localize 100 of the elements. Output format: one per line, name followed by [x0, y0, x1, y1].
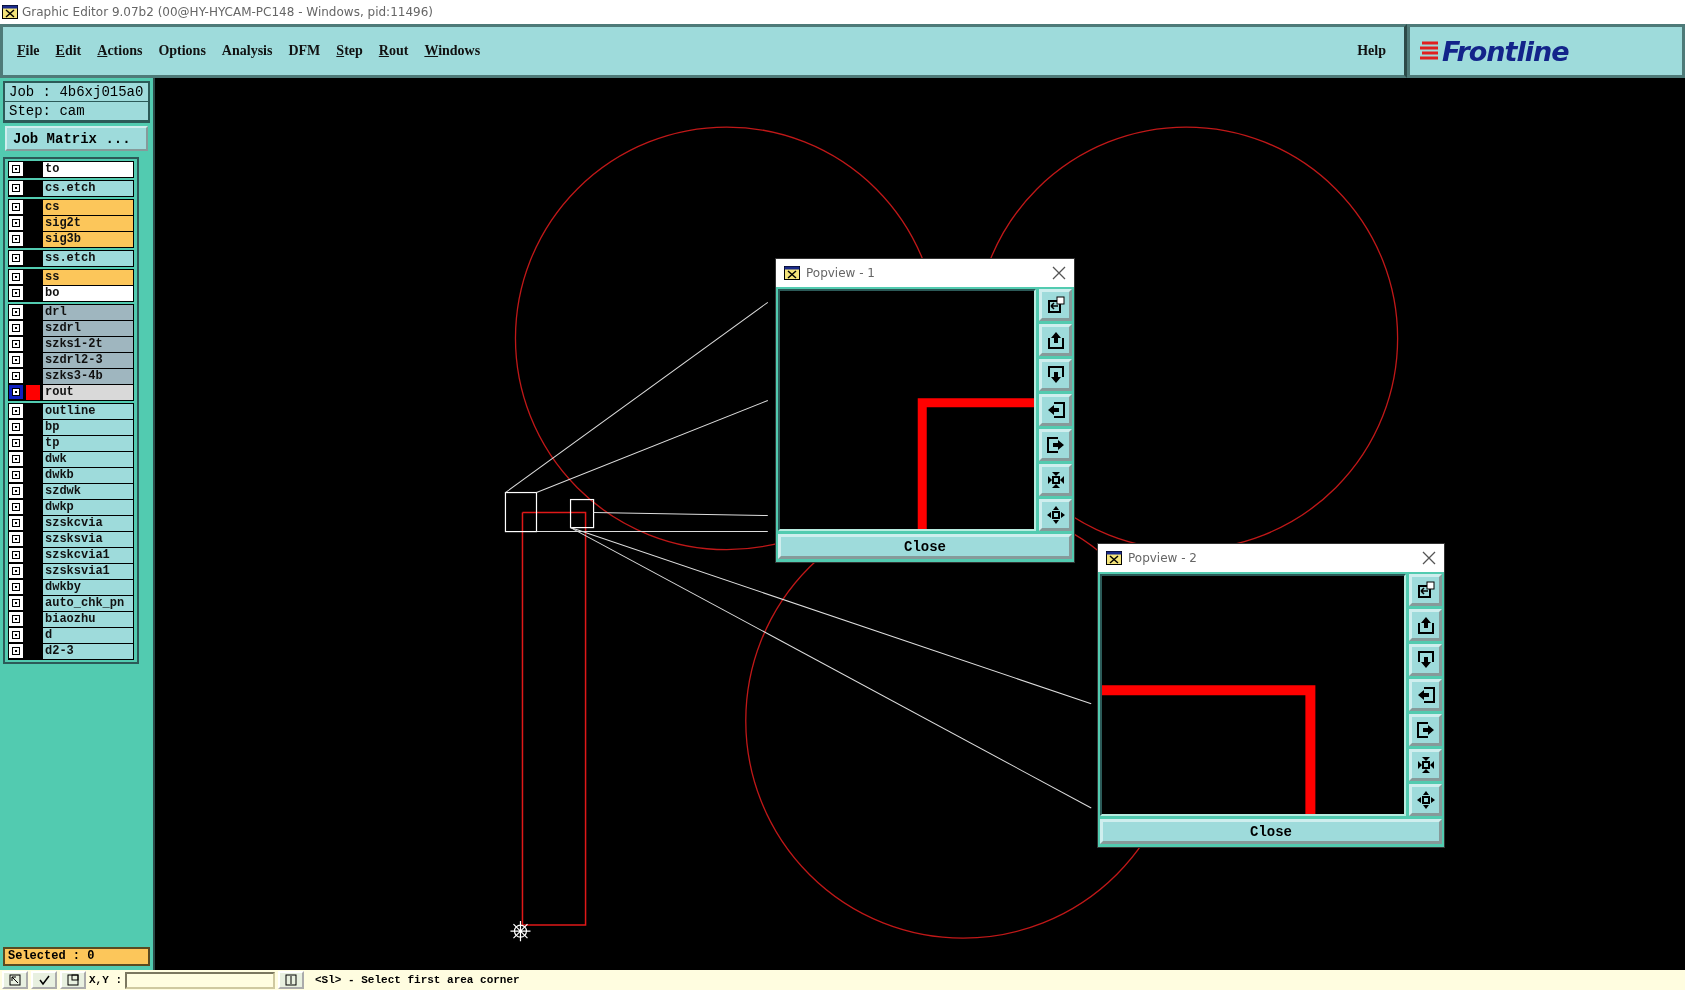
menu-item[interactable]: Actions [97, 43, 143, 59]
layer-name[interactable]: sig3b [43, 232, 133, 247]
layer-name[interactable]: biaozhu [43, 612, 133, 627]
layer-row[interactable]: auto_chk_pn [9, 596, 133, 611]
menu-item[interactable]: Rout [378, 43, 409, 59]
layer-row[interactable]: ss [9, 270, 133, 285]
layer-name[interactable]: ss.etch [43, 251, 133, 266]
layer-row[interactable]: szdwk [9, 484, 133, 499]
view-tool-button[interactable] [1409, 574, 1442, 606]
layer-row[interactable]: d2-3 [9, 644, 133, 659]
layer-name[interactable]: szskcvia1 [43, 548, 133, 563]
layer-row[interactable]: outline [9, 404, 133, 419]
layer-row[interactable]: d [9, 628, 133, 643]
layer-row[interactable]: bp [9, 420, 133, 435]
close-icon[interactable] [1052, 266, 1066, 280]
layer-name[interactable]: szdwk [43, 484, 133, 499]
layer-row[interactable]: szskcvia1 [9, 548, 133, 563]
layer-name[interactable]: bp [43, 420, 133, 435]
layer-name[interactable]: szsksvia1 [43, 564, 133, 579]
arrow-down-icon [1045, 365, 1066, 385]
layer-row[interactable]: dwkby [9, 580, 133, 595]
menu-item[interactable]: File [17, 43, 40, 59]
view-tool-button[interactable] [1409, 679, 1442, 711]
menu-item[interactable]: Analysis [221, 43, 273, 59]
layer-row[interactable]: ss.etch [9, 251, 133, 266]
status-button[interactable] [31, 971, 57, 989]
menu-item[interactable]: Edit [55, 43, 82, 59]
layer-name[interactable]: bo [43, 286, 133, 301]
layer-name[interactable]: szks1-2t [43, 337, 133, 352]
crosshair-icon [509, 920, 532, 942]
layer-name[interactable]: dwkby [43, 580, 133, 595]
layer-row[interactable]: sig3b [9, 232, 133, 247]
view-tool-button[interactable] [1409, 644, 1442, 676]
close-button[interactable]: Close [778, 534, 1072, 559]
layer-name[interactable]: rout [43, 385, 133, 400]
layer-row[interactable]: szdrl [9, 321, 133, 336]
layer-row[interactable]: drl [9, 305, 133, 320]
view-tool-button[interactable] [1039, 394, 1072, 426]
status-button[interactable] [2, 971, 28, 989]
layer-name[interactable]: szdrl [43, 321, 133, 336]
layer-name[interactable]: szdrl2-3 [43, 353, 133, 368]
job-matrix-button[interactable]: Job Matrix ... [5, 126, 148, 151]
close-icon[interactable] [1422, 551, 1436, 565]
layer-name[interactable]: dwk [43, 452, 133, 467]
menu-item[interactable]: Help [1357, 43, 1386, 59]
view-tool-button[interactable] [1039, 429, 1072, 461]
layer-row[interactable]: sig2t [9, 216, 133, 231]
layer-name[interactable]: ss [43, 270, 133, 285]
layer-name[interactable]: cs.etch [43, 181, 133, 196]
layer-name[interactable]: d [43, 628, 133, 643]
layer-row[interactable]: dwkb [9, 468, 133, 483]
view-tool-button[interactable] [1039, 289, 1072, 321]
menu-item[interactable]: Windows [424, 43, 481, 59]
view-tool-button[interactable] [1409, 749, 1442, 781]
layer-row[interactable]: dwk [9, 452, 133, 467]
layer-row[interactable]: szsksvia [9, 532, 133, 547]
layer-row[interactable]: tp [9, 436, 133, 451]
layer-name[interactable]: dwkp [43, 500, 133, 515]
layer-name[interactable]: d2-3 [43, 644, 133, 659]
layer-name[interactable]: cs [43, 200, 133, 215]
status-button[interactable] [60, 971, 86, 989]
view-tool-button[interactable] [1039, 359, 1072, 391]
arrow-up-icon [1045, 330, 1066, 350]
layer-name[interactable]: tp [43, 436, 133, 451]
window-arrow-icon [1415, 580, 1436, 600]
shrink-arrows-icon [1045, 470, 1066, 490]
menu-item[interactable]: Options [158, 43, 206, 59]
menu-item[interactable]: DFM [288, 43, 321, 59]
layer-row[interactable]: dwkp [9, 500, 133, 515]
layer-name[interactable]: szks3-4b [43, 369, 133, 384]
view-tool-button[interactable] [1409, 714, 1442, 746]
layer-name[interactable]: to [43, 162, 133, 177]
layer-name[interactable]: szsksvia [43, 532, 133, 547]
layer-name[interactable]: drl [43, 305, 133, 320]
view-tool-button[interactable] [1409, 609, 1442, 641]
layer-name[interactable]: outline [43, 404, 133, 419]
view-tool-button[interactable] [1409, 784, 1442, 816]
layer-row[interactable]: cs [9, 200, 133, 215]
view-tool-button[interactable] [1039, 324, 1072, 356]
view-tool-button[interactable] [1039, 499, 1072, 531]
arrow-right-icon [1415, 720, 1436, 740]
view-tool-button[interactable] [1039, 464, 1072, 496]
layer-row[interactable]: szdrl2-3 [9, 353, 133, 368]
layer-row[interactable]: cs.etch [9, 181, 133, 196]
layer-name[interactable]: szskcvia [43, 516, 133, 531]
layer-name[interactable]: dwkb [43, 468, 133, 483]
menu-item[interactable]: Step [336, 43, 363, 59]
layer-row[interactable]: szks1-2t [9, 337, 133, 352]
layer-row[interactable]: to [9, 162, 133, 177]
layer-row[interactable]: szks3-4b [9, 369, 133, 384]
layer-name[interactable]: sig2t [43, 216, 133, 231]
layer-row[interactable]: szskcvia [9, 516, 133, 531]
layer-row[interactable]: rout [9, 385, 133, 400]
coordinate-field[interactable] [125, 971, 275, 989]
layer-row[interactable]: bo [9, 286, 133, 301]
layer-row[interactable]: szsksvia1 [9, 564, 133, 579]
layer-name[interactable]: auto_chk_pn [43, 596, 133, 611]
close-button[interactable]: Close [1100, 819, 1442, 844]
layer-row[interactable]: biaozhu [9, 612, 133, 627]
layer-checkbox[interactable] [9, 385, 23, 399]
